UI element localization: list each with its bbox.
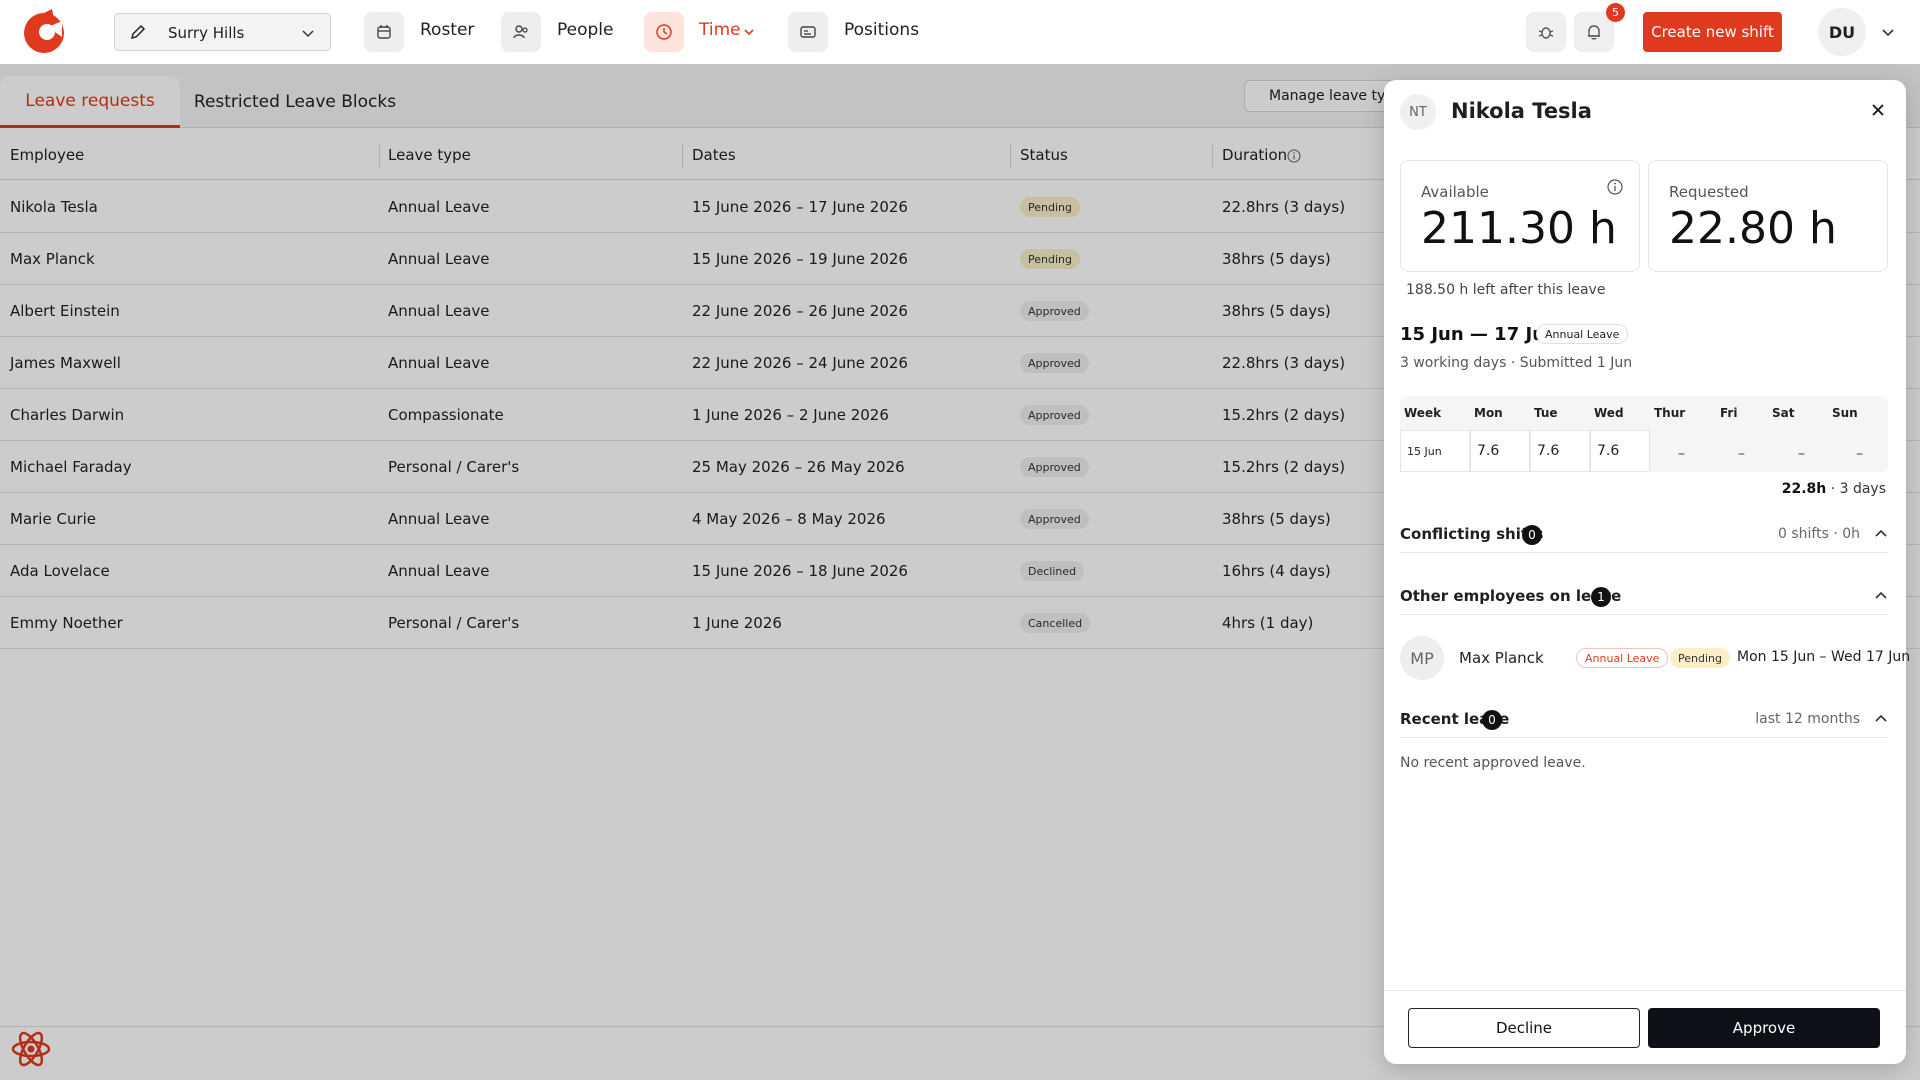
top-bar: Surry Hills Roster People Time Positions… bbox=[0, 0, 1920, 64]
leave-hours-grid: Week Mon Tue Wed Thur Fri Sat Sun 15 Jun… bbox=[1400, 396, 1888, 472]
pencil-icon bbox=[130, 24, 146, 40]
chevron-down-icon[interactable] bbox=[742, 25, 756, 39]
grid-empty-cell: – bbox=[1856, 446, 1863, 462]
employee-avatar: NT bbox=[1400, 94, 1436, 130]
approve-button[interactable]: Approve bbox=[1648, 1008, 1880, 1048]
grid-header-sat: Sat bbox=[1772, 406, 1795, 420]
requested-value: 22.80 h bbox=[1669, 203, 1837, 254]
chevron-down-icon bbox=[302, 30, 314, 38]
notification-count-badge: 5 bbox=[1606, 3, 1625, 22]
grid-header-wed: Wed bbox=[1594, 406, 1624, 420]
other-employee-avatar: MP bbox=[1400, 636, 1444, 680]
app-logo[interactable] bbox=[22, 7, 66, 57]
chevron-up-icon[interactable] bbox=[1874, 712, 1888, 726]
grid-header-fri: Fri bbox=[1720, 406, 1738, 420]
other-employee-dates: Mon 15 Jun – Wed 17 Jun bbox=[1737, 649, 1911, 665]
calendar-icon bbox=[377, 25, 391, 39]
grid-header-tue: Tue bbox=[1534, 406, 1558, 420]
bug-report-button[interactable] bbox=[1526, 12, 1566, 52]
chevron-up-icon[interactable] bbox=[1874, 589, 1888, 603]
total-hours: 22.8h bbox=[1781, 481, 1827, 497]
clock-icon bbox=[656, 24, 672, 40]
other-employee-name: Max Planck bbox=[1459, 649, 1544, 667]
leave-date-range: 15 Jun — 17 Jun bbox=[1400, 324, 1558, 345]
location-selector[interactable]: Surry Hills bbox=[114, 13, 331, 51]
id-card-icon bbox=[800, 26, 816, 38]
panel-footer: Decline Approve bbox=[1384, 990, 1906, 1064]
other-employee-leave-type-chip: Annual Leave bbox=[1576, 648, 1669, 668]
section-meta: 0 shifts · 0h bbox=[1777, 526, 1860, 542]
grid-header-sun: Sun bbox=[1832, 406, 1858, 420]
available-label: Available bbox=[1421, 183, 1489, 201]
grid-header-mon: Mon bbox=[1474, 406, 1503, 420]
grid-hours-cell: 7.6 bbox=[1470, 430, 1530, 472]
nav-time[interactable]: Time bbox=[699, 20, 741, 40]
count-badge: 1 bbox=[1591, 587, 1611, 607]
positions-nav-icon-button[interactable] bbox=[788, 12, 828, 52]
grid-header-week: Week bbox=[1404, 406, 1442, 420]
location-label: Surry Hills bbox=[168, 24, 245, 42]
available-hours-card: Available 211.30 h bbox=[1400, 160, 1640, 272]
hours-left-after: 188.50 h left after this leave bbox=[1406, 282, 1606, 298]
leave-type-chip: Annual Leave bbox=[1536, 324, 1629, 344]
employee-name-title: Nikola Tesla bbox=[1451, 99, 1592, 123]
bug-icon bbox=[1538, 27, 1554, 39]
create-shift-button[interactable]: Create new shift bbox=[1643, 12, 1782, 52]
requested-label: Requested bbox=[1669, 183, 1749, 201]
leave-total: 22.8h · 3 days bbox=[1782, 481, 1886, 497]
section-meta: last 12 months bbox=[1755, 711, 1860, 727]
info-icon[interactable] bbox=[1607, 179, 1623, 195]
people-icon bbox=[513, 25, 528, 39]
recent-leave-section[interactable]: Recent leave 0 last 12 months bbox=[1400, 702, 1888, 738]
grid-hours-cell: 7.6 bbox=[1590, 430, 1650, 472]
no-recent-leave-message: No recent approved leave. bbox=[1400, 755, 1586, 771]
grid-header-thur: Thur bbox=[1654, 406, 1686, 420]
count-badge: 0 bbox=[1522, 525, 1542, 545]
bell-icon bbox=[1588, 25, 1600, 40]
section-title: Other employees on leave bbox=[1400, 587, 1622, 605]
total-days: · 3 days bbox=[1826, 481, 1886, 497]
grid-empty-cell: – bbox=[1678, 446, 1685, 462]
nav-roster[interactable]: Roster bbox=[420, 20, 474, 40]
chevron-down-icon[interactable] bbox=[1880, 24, 1896, 40]
leave-summary: 3 working days · Submitted 1 Jun bbox=[1400, 355, 1633, 371]
other-employees-section[interactable]: Other employees on leave 1 bbox=[1400, 579, 1888, 615]
time-nav-icon-button[interactable] bbox=[644, 12, 684, 52]
chevron-up-icon[interactable] bbox=[1874, 527, 1888, 541]
conflicting-shifts-section[interactable]: Conflicting shifts 0 0 shifts · 0h bbox=[1400, 517, 1888, 553]
people-nav-icon-button[interactable] bbox=[501, 12, 541, 52]
nav-positions[interactable]: Positions bbox=[844, 20, 919, 40]
grid-empty-cell: – bbox=[1798, 446, 1805, 462]
other-employee-status-chip: Pending bbox=[1670, 648, 1730, 668]
leave-request-panel: NT Nikola Tesla Available 211.30 h Reque… bbox=[1384, 80, 1910, 1064]
requested-hours-card: Requested 22.80 h bbox=[1648, 160, 1888, 272]
close-icon[interactable] bbox=[1870, 102, 1886, 118]
grid-hours-cell: 7.6 bbox=[1530, 430, 1590, 472]
roster-nav-icon-button[interactable] bbox=[364, 12, 404, 52]
grid-week-cell: 15 Jun bbox=[1400, 430, 1470, 472]
user-avatar[interactable]: DU bbox=[1818, 8, 1866, 56]
nav-people[interactable]: People bbox=[557, 20, 613, 40]
available-value: 211.30 h bbox=[1421, 203, 1617, 254]
decline-button[interactable]: Decline bbox=[1408, 1008, 1640, 1048]
count-badge: 0 bbox=[1482, 710, 1502, 730]
grid-empty-cell: – bbox=[1738, 446, 1745, 462]
